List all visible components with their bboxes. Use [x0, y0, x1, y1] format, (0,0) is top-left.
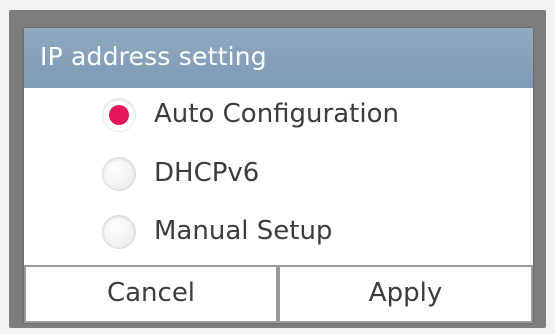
cancel-button[interactable]: Cancel — [26, 267, 276, 321]
dialog-title-bar: IP address setting — [24, 28, 533, 88]
cancel-button-label: Cancel — [106, 278, 196, 308]
dialog-button-row: Cancel Apply — [24, 265, 533, 323]
radio-unselected-icon[interactable] — [102, 157, 136, 191]
radio-selected-icon[interactable] — [102, 98, 136, 132]
ip-address-setting-dialog: IP address setting Auto Configuration DH… — [24, 28, 533, 323]
radio-unselected-icon[interactable] — [102, 215, 136, 249]
option-label: Auto Configuration — [154, 99, 399, 129]
option-dhcpv6[interactable]: DHCPv6 — [102, 152, 442, 198]
option-label: DHCPv6 — [154, 158, 260, 188]
option-manual-setup[interactable]: Manual Setup — [102, 210, 442, 256]
option-auto-configuration[interactable]: Auto Configuration — [102, 93, 442, 139]
apply-button-label: Apply — [368, 278, 443, 308]
option-label: Manual Setup — [154, 216, 333, 246]
dialog-title: IP address setting — [40, 42, 267, 71]
apply-button[interactable]: Apply — [280, 267, 531, 321]
